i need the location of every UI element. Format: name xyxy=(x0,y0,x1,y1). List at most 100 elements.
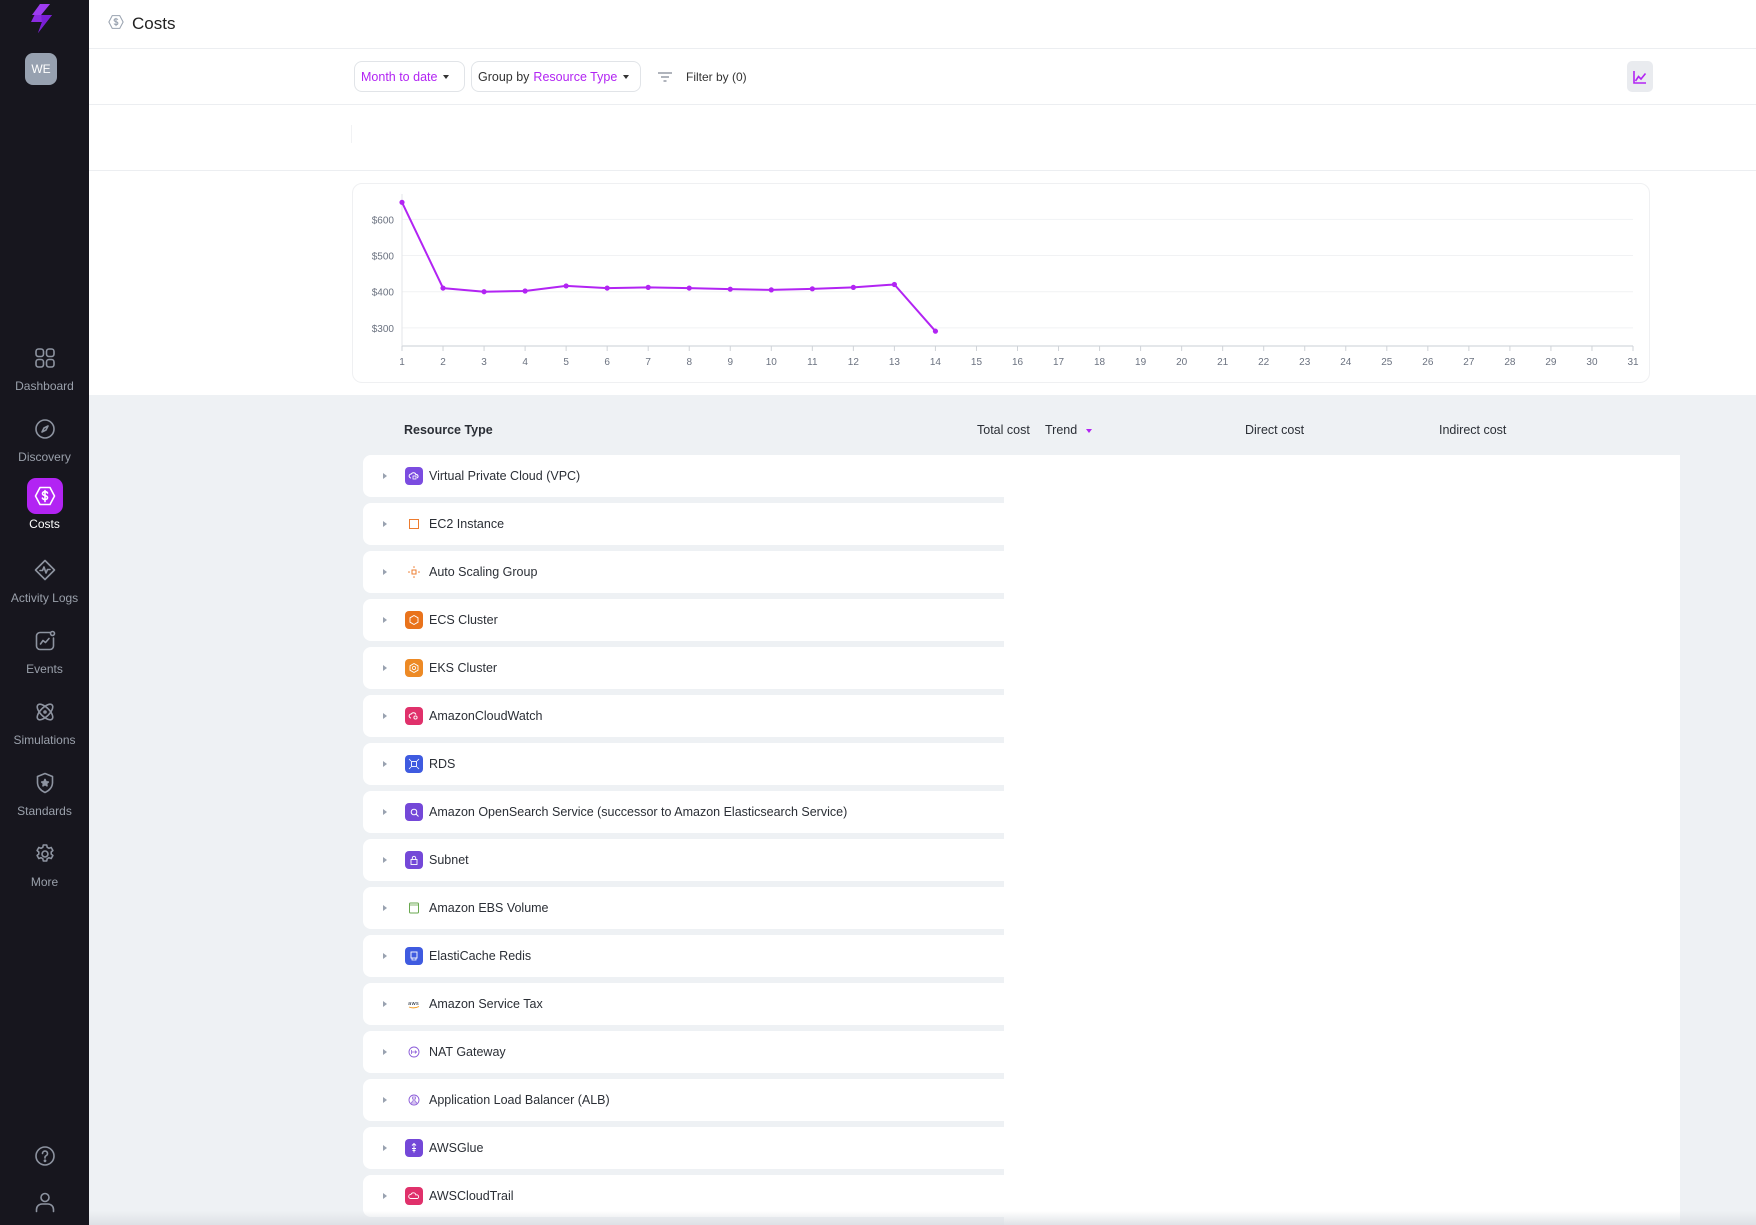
expand-caret-icon[interactable] xyxy=(383,1001,387,1007)
data-point xyxy=(932,328,939,334)
x-tick-label: 2 xyxy=(440,357,446,368)
x-tick-label: 20 xyxy=(1176,357,1188,368)
sidebar-item-dashboard[interactable]: Dashboard xyxy=(0,340,89,406)
data-point xyxy=(399,199,405,205)
x-tick-label: 26 xyxy=(1422,357,1434,368)
rds-icon xyxy=(405,755,423,773)
sidebar-item-simulations[interactable]: Simulations xyxy=(0,694,89,760)
column-indirect-cost[interactable]: Indirect cost xyxy=(1439,423,1506,437)
column-total-cost[interactable]: Total cost xyxy=(977,423,1030,437)
x-tick-label: 9 xyxy=(727,357,733,368)
toolbar: Month to date Group by Resource Type Fil… xyxy=(89,49,1756,105)
expand-caret-icon[interactable] xyxy=(383,1145,387,1151)
resource-type-label: ElastiCache Redis xyxy=(429,949,532,963)
sidebar-item-label: Dashboard xyxy=(15,379,74,393)
y-tick-label: $300 xyxy=(372,324,395,335)
data-point xyxy=(481,289,487,295)
sidebar-item-activity-logs[interactable]: Activity Logs xyxy=(0,552,89,618)
y-tick-label: $500 xyxy=(372,252,395,263)
x-tick-label: 16 xyxy=(1012,357,1024,368)
x-tick-label: 30 xyxy=(1586,357,1598,368)
page-title: Costs xyxy=(132,14,176,33)
lightning-logo-icon[interactable] xyxy=(26,4,56,34)
expand-caret-icon[interactable] xyxy=(383,905,387,911)
expand-caret-icon[interactable] xyxy=(383,473,387,479)
autoscaling-icon xyxy=(405,563,423,581)
svg-text:aws: aws xyxy=(408,1001,419,1007)
sidebar-item-discovery[interactable]: Discovery xyxy=(0,411,89,477)
expand-caret-icon[interactable] xyxy=(383,1097,387,1103)
column-trend[interactable]: Trend xyxy=(1045,423,1093,437)
resource-type-label: Amazon EBS Volume xyxy=(429,901,549,915)
cost-chart: $300 $400 $500 $600 1 2 3 4 5 6 7 8 9 10 11 12 13 14 15 16 1… xyxy=(352,183,1650,383)
resource-type-label: EC2 Instance xyxy=(429,517,505,531)
x-tick-label: 13 xyxy=(889,357,901,368)
avatar[interactable]: WE xyxy=(25,53,57,85)
sidebar: WE Dashboard Discovery Costs Activity Lo… xyxy=(0,0,89,1225)
x-tick-label: 27 xyxy=(1463,357,1475,368)
expand-caret-icon[interactable] xyxy=(383,617,387,623)
x-tick-label: 28 xyxy=(1504,357,1516,368)
loading-overlay xyxy=(1004,455,1680,1225)
x-tick-label: 15 xyxy=(971,357,983,368)
x-tick-label: 19 xyxy=(1135,357,1147,368)
expand-caret-icon[interactable] xyxy=(383,521,387,527)
column-resource-type[interactable]: Resource Type xyxy=(404,423,493,437)
expand-caret-icon[interactable] xyxy=(383,569,387,575)
expand-caret-icon[interactable] xyxy=(383,953,387,959)
group-by-label: Group by xyxy=(478,69,530,84)
group-by-dropdown[interactable]: Group by Resource Type xyxy=(471,61,641,92)
dollar-hexagon-icon xyxy=(107,13,125,36)
resource-type-label: Application Load Balancer (ALB) xyxy=(429,1093,610,1107)
x-tick-label: 23 xyxy=(1299,357,1311,368)
filter-button[interactable]: Filter by (0) xyxy=(657,61,747,92)
data-point xyxy=(891,281,898,288)
x-tick-label: 6 xyxy=(604,357,610,368)
expand-caret-icon[interactable] xyxy=(383,761,387,767)
x-tick-label: 14 xyxy=(930,357,942,368)
sidebar-item-standards[interactable]: Standards xyxy=(0,765,89,831)
main-content: Costs Month to date Group by Resource Ty… xyxy=(89,0,1756,1225)
resource-type-label: Subnet xyxy=(429,853,469,867)
expand-caret-icon[interactable] xyxy=(383,857,387,863)
gear-icon xyxy=(27,836,63,872)
nat-gateway-icon xyxy=(405,1043,423,1061)
sidebar-item-label: Activity Logs xyxy=(10,591,79,605)
sidebar-item-costs[interactable]: Costs xyxy=(0,478,89,544)
period-dropdown[interactable]: Month to date xyxy=(354,61,465,92)
user-icon xyxy=(35,1192,54,1213)
period-value: Month to date xyxy=(361,69,438,84)
expand-caret-icon[interactable] xyxy=(383,809,387,815)
x-tick-label: 10 xyxy=(766,357,778,368)
data-point xyxy=(809,286,815,292)
expand-caret-icon[interactable] xyxy=(383,1193,387,1199)
opensearch-icon xyxy=(405,803,423,821)
alb-icon xyxy=(405,1091,423,1109)
chart-toggle-button[interactable] xyxy=(1627,61,1653,92)
expand-caret-icon[interactable] xyxy=(383,1049,387,1055)
cloudtrail-icon xyxy=(405,1187,423,1205)
cloudwatch-icon xyxy=(405,707,423,725)
expand-caret-icon[interactable] xyxy=(383,713,387,719)
data-point xyxy=(686,285,692,291)
data-point xyxy=(645,284,651,290)
expand-caret-icon[interactable] xyxy=(383,665,387,671)
aws-logo-icon: aws xyxy=(405,995,423,1013)
resource-type-label: ECS Cluster xyxy=(429,613,498,627)
sidebar-item-more[interactable]: More xyxy=(0,836,89,902)
atom-icon xyxy=(27,694,63,730)
user-profile-button[interactable] xyxy=(0,1190,89,1214)
subnet-lock-icon xyxy=(405,851,423,869)
x-tick-label: 21 xyxy=(1217,357,1229,368)
filter-icon xyxy=(658,71,672,82)
help-button[interactable] xyxy=(0,1144,89,1168)
sidebar-item-events[interactable]: Events xyxy=(0,623,89,689)
resource-type-label: EKS Cluster xyxy=(429,661,498,675)
compass-icon xyxy=(27,411,63,447)
x-tick-label: 18 xyxy=(1094,357,1106,368)
column-direct-cost[interactable]: Direct cost xyxy=(1245,423,1304,437)
x-tick-label: 17 xyxy=(1053,357,1065,368)
y-tick-label: $600 xyxy=(372,215,395,226)
x-tick-label: 29 xyxy=(1545,357,1557,368)
x-tick-label: 22 xyxy=(1258,357,1270,368)
